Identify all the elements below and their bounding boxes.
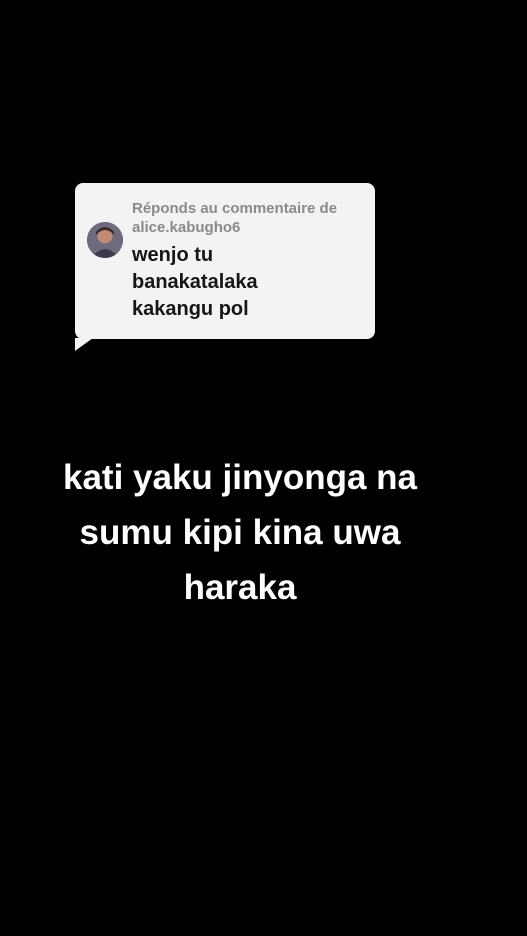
caption-line: haraka xyxy=(183,568,297,607)
commenter-avatar[interactable] xyxy=(87,222,123,258)
video-caption-text: kati yaku jinyonga na sumu kipi kina uwa… xyxy=(20,450,460,615)
commenter-username[interactable]: alice.kabugho6 xyxy=(132,218,364,237)
comment-line: kakangu pol xyxy=(132,298,249,320)
avatar-image xyxy=(87,222,123,258)
caption-line: kati yaku jinyonga na xyxy=(63,458,417,497)
comment-line: banakatalaka xyxy=(132,271,258,293)
reply-header: Réponds au commentaire de alice.kabugho6 xyxy=(132,199,364,237)
speech-bubble-tail xyxy=(75,338,93,351)
reply-label: Réponds au commentaire de xyxy=(132,200,338,217)
comment-line: wenjo tu xyxy=(132,244,214,266)
caption-line: sumu kipi kina uwa xyxy=(79,513,401,552)
comment-text: wenjo tu banakatalaka kakangu pol xyxy=(132,242,364,323)
reply-comment-card[interactable]: Réponds au commentaire de alice.kabugho6… xyxy=(75,183,375,351)
